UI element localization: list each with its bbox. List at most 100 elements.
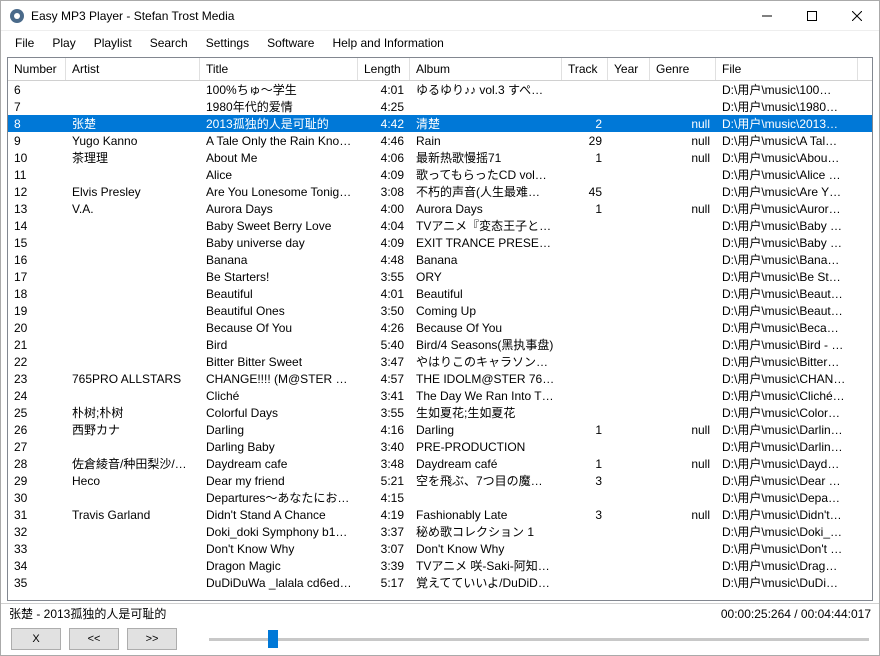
next-button[interactable]: >> bbox=[127, 628, 177, 650]
table-row[interactable]: 18Beautiful4:01BeautifulD:\用户\music\Beau… bbox=[8, 285, 872, 302]
cell: Banana bbox=[200, 253, 358, 267]
status-time: 00:00:25:264 / 00:04:44:017 bbox=[721, 607, 871, 621]
cell: 33 bbox=[8, 542, 66, 556]
table-row[interactable]: 24Cliché3:41The Day We Ran Into Th…D:\用户… bbox=[8, 387, 872, 404]
table-row[interactable]: 21Bird5:40Bird/4 Seasons(黑执事盘)D:\用户\musi… bbox=[8, 336, 872, 353]
cell: D:\用户\music\Beca… bbox=[716, 319, 858, 336]
table-row[interactable]: 23765PRO ALLSTARSCHANGE!!!! (M@STER VERS… bbox=[8, 370, 872, 387]
cell: Bitter Bitter Sweet bbox=[200, 355, 358, 369]
cell: 4:15 bbox=[358, 491, 410, 505]
cell: 16 bbox=[8, 253, 66, 267]
cell: TVアニメ『変态王子と… bbox=[410, 217, 562, 234]
col-album[interactable]: Album bbox=[410, 58, 562, 80]
cell: 3:55 bbox=[358, 270, 410, 284]
cell: やはりこのキャラソン… bbox=[410, 353, 562, 370]
cell: 30 bbox=[8, 491, 66, 505]
table-row[interactable]: 34Dragon Magic3:39TVアニメ 咲-Saki-阿知…D:\用户\… bbox=[8, 557, 872, 574]
table-row[interactable]: 10茶理理About Me4:06最新热歌慢摇711nullD:\用户\musi… bbox=[8, 149, 872, 166]
cell: 3 bbox=[562, 508, 608, 522]
cell: Because Of You bbox=[410, 321, 562, 335]
cell: 覚えてていいよ/DuDiD… bbox=[410, 574, 562, 591]
table-row[interactable]: 19Beautiful Ones3:50Coming UpD:\用户\music… bbox=[8, 302, 872, 319]
cell: Don't Know Why bbox=[200, 542, 358, 556]
cell: 100%ちゅ～学生 bbox=[200, 81, 358, 98]
menu-play[interactable]: Play bbox=[44, 33, 83, 53]
slider-thumb[interactable] bbox=[268, 630, 278, 648]
table-row[interactable]: 26西野カナDarling4:16Darling1nullD:\用户\music… bbox=[8, 421, 872, 438]
cell: D:\用户\music\Dear … bbox=[716, 472, 858, 489]
cell: 31 bbox=[8, 508, 66, 522]
table-row[interactable]: 17Be Starters!3:55ORYD:\用户\music\Be St… bbox=[8, 268, 872, 285]
cell: 3:50 bbox=[358, 304, 410, 318]
table-row[interactable]: 32Doki_doki Symphony b1721…3:37秘め歌コレクション… bbox=[8, 523, 872, 540]
playlist-body[interactable]: 6100%ちゅ～学生4:01ゆるゆり♪♪ vol.3 すぺ…D:\用户\musi… bbox=[8, 81, 872, 600]
table-row[interactable]: 30Departures～あなたにおく…4:15D:\用户\music\Depa… bbox=[8, 489, 872, 506]
cell: 4:57 bbox=[358, 372, 410, 386]
table-row[interactable]: 20Because Of You4:26Because Of YouD:\用户\… bbox=[8, 319, 872, 336]
table-row[interactable]: 25朴树;朴树Colorful Days3:55生如夏花;生如夏花D:\用户\m… bbox=[8, 404, 872, 421]
table-row[interactable]: 15Baby universe day4:09EXIT TRANCE PRESE… bbox=[8, 234, 872, 251]
table-row[interactable]: 13V.A.Aurora Days4:00Aurora Days1nullD:\… bbox=[8, 200, 872, 217]
col-title[interactable]: Title bbox=[200, 58, 358, 80]
maximize-button[interactable] bbox=[789, 1, 834, 30]
cell: D:\用户\music\Darlin… bbox=[716, 438, 858, 455]
table-row[interactable]: 22Bitter Bitter Sweet3:47やはりこのキャラソン…D:\用… bbox=[8, 353, 872, 370]
menu-help-and-information[interactable]: Help and Information bbox=[324, 33, 451, 53]
menu-settings[interactable]: Settings bbox=[198, 33, 257, 53]
stop-button[interactable]: X bbox=[11, 628, 61, 650]
cell: 7 bbox=[8, 100, 66, 114]
prev-button[interactable]: << bbox=[69, 628, 119, 650]
seek-slider[interactable] bbox=[209, 629, 869, 649]
table-row[interactable]: 6100%ちゅ～学生4:01ゆるゆり♪♪ vol.3 すぺ…D:\用户\musi… bbox=[8, 81, 872, 98]
cell: D:\用户\music\Bitter… bbox=[716, 353, 858, 370]
col-track[interactable]: Track bbox=[562, 58, 608, 80]
table-row[interactable]: 16Banana4:48BananaD:\用户\music\Bana… bbox=[8, 251, 872, 268]
cell: 15 bbox=[8, 236, 66, 250]
cell: 3:07 bbox=[358, 542, 410, 556]
menu-software[interactable]: Software bbox=[259, 33, 322, 53]
cell: 秘め歌コレクション 1 bbox=[410, 523, 562, 540]
cell: 5:40 bbox=[358, 338, 410, 352]
col-year[interactable]: Year bbox=[608, 58, 650, 80]
window-buttons bbox=[744, 1, 879, 30]
table-row[interactable]: 71980年代的爱情4:25D:\用户\music\1980… bbox=[8, 98, 872, 115]
table-row[interactable]: 29HecoDear my friend5:21空を飛ぶ、7つ目の魔…3D:\用… bbox=[8, 472, 872, 489]
cell: 4:26 bbox=[358, 321, 410, 335]
cell: D:\用户\music\DuDi… bbox=[716, 574, 858, 591]
cell: Colorful Days bbox=[200, 406, 358, 420]
cell: D:\用户\music\2013… bbox=[716, 115, 858, 132]
menu-file[interactable]: File bbox=[7, 33, 42, 53]
cell: 765PRO ALLSTARS bbox=[66, 372, 200, 386]
slider-track bbox=[209, 638, 869, 641]
table-row[interactable]: 9Yugo KannoA Tale Only the Rain Knows4:4… bbox=[8, 132, 872, 149]
table-row[interactable]: 11Alice4:09歌ってもらったCD vol…D:\用户\music\Ali… bbox=[8, 166, 872, 183]
col-number[interactable]: Number bbox=[8, 58, 66, 80]
table-row[interactable]: 33Don't Know Why3:07Don't Know WhyD:\用户\… bbox=[8, 540, 872, 557]
table-row[interactable]: 27Darling Baby3:40PRE-PRODUCTIOND:\用户\mu… bbox=[8, 438, 872, 455]
table-row[interactable]: 14Baby Sweet Berry Love4:04TVアニメ『変态王子と…D… bbox=[8, 217, 872, 234]
app-icon bbox=[9, 8, 25, 24]
cell: 22 bbox=[8, 355, 66, 369]
col-genre[interactable]: Genre bbox=[650, 58, 716, 80]
table-row[interactable]: 12Elvis PresleyAre You Lonesome Tonight_… bbox=[8, 183, 872, 200]
cell: 3:41 bbox=[358, 389, 410, 403]
menu-search[interactable]: Search bbox=[142, 33, 196, 53]
cell: 3:40 bbox=[358, 440, 410, 454]
cell: D:\用户\music\Auror… bbox=[716, 200, 858, 217]
window-title: Easy MP3 Player - Stefan Trost Media bbox=[31, 9, 744, 23]
cell: CHANGE!!!! (M@STER VERS… bbox=[200, 372, 358, 386]
minimize-button[interactable] bbox=[744, 1, 789, 30]
cell: Beautiful bbox=[200, 287, 358, 301]
cell: D:\用户\music\Dayd… bbox=[716, 455, 858, 472]
cell: The Day We Ran Into Th… bbox=[410, 389, 562, 403]
col-artist[interactable]: Artist bbox=[66, 58, 200, 80]
col-length[interactable]: Length bbox=[358, 58, 410, 80]
cell: 12 bbox=[8, 185, 66, 199]
table-row[interactable]: 28佐倉綾音/种田梨沙/…Daydream cafe3:48Daydream c… bbox=[8, 455, 872, 472]
col-file[interactable]: File bbox=[716, 58, 858, 80]
table-row[interactable]: 8张楚2013孤独的人是可耻的4:42清楚2nullD:\用户\music\20… bbox=[8, 115, 872, 132]
table-row[interactable]: 31Travis GarlandDidn't Stand A Chance4:1… bbox=[8, 506, 872, 523]
menu-playlist[interactable]: Playlist bbox=[86, 33, 140, 53]
table-row[interactable]: 35DuDiDuWa _lalala cd6ed525:17覚えてていいよ/Du… bbox=[8, 574, 872, 591]
close-button[interactable] bbox=[834, 1, 879, 30]
